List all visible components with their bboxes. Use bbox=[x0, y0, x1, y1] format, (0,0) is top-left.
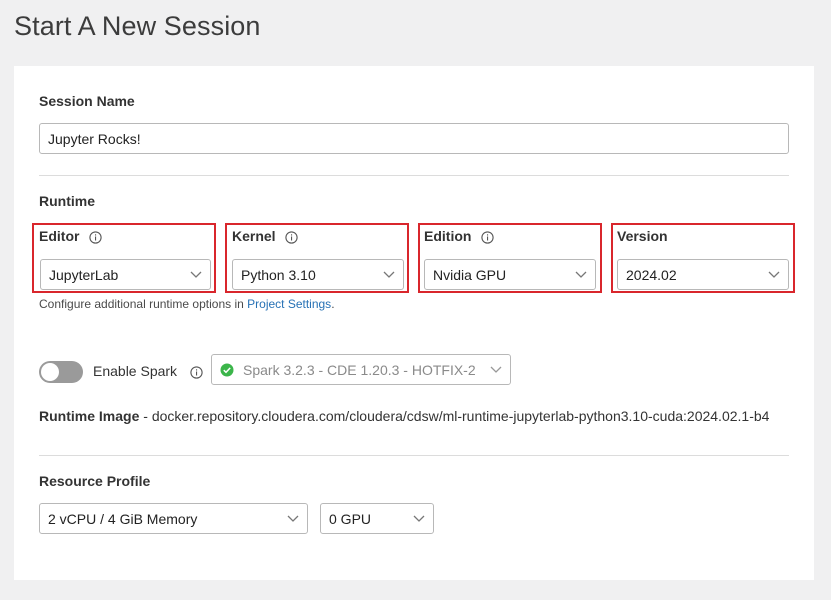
resource-profile-value: 2 vCPU / 4 GiB Memory bbox=[48, 510, 198, 527]
enable-spark-toggle[interactable] bbox=[39, 361, 83, 383]
enable-spark-label: Enable Spark bbox=[93, 363, 203, 379]
edition-highlight-box bbox=[418, 223, 602, 293]
spark-version-select[interactable]: Spark 3.2.3 - CDE 1.20.3 - HOTFIX-2 bbox=[211, 354, 511, 385]
chevron-down-icon bbox=[490, 366, 502, 373]
session-name-label: Session Name bbox=[39, 93, 135, 109]
page-title: Start A New Session bbox=[14, 11, 261, 41]
resource-profile-select[interactable]: 2 vCPU / 4 GiB Memory bbox=[39, 503, 308, 534]
info-icon[interactable] bbox=[190, 366, 203, 379]
session-name-value: Jupyter Rocks! bbox=[48, 130, 141, 147]
runtime-section-label: Runtime bbox=[39, 193, 95, 209]
editor-highlight-box bbox=[32, 223, 216, 293]
toggle-knob bbox=[41, 363, 59, 381]
version-highlight-box bbox=[611, 223, 795, 293]
configure-suffix: . bbox=[331, 297, 335, 311]
gpu-value: 0 GPU bbox=[329, 510, 372, 527]
runtime-image-line: Runtime Image - docker.repository.cloude… bbox=[39, 408, 769, 424]
divider bbox=[39, 175, 789, 176]
configure-runtime-text: Configure additional runtime options in … bbox=[39, 297, 335, 311]
divider bbox=[39, 455, 789, 456]
kernel-highlight-box bbox=[225, 223, 409, 293]
session-form-card: Session Name Jupyter Rocks! Runtime Edit… bbox=[14, 66, 814, 580]
project-settings-link[interactable]: Project Settings bbox=[247, 297, 331, 311]
chevron-down-icon bbox=[413, 515, 425, 522]
spark-version-value: Spark 3.2.3 - CDE 1.20.3 - HOTFIX-2 bbox=[243, 361, 476, 378]
enable-spark-text: Enable Spark bbox=[93, 363, 178, 379]
gpu-select[interactable]: 0 GPU bbox=[320, 503, 434, 534]
chevron-down-icon bbox=[287, 515, 299, 522]
runtime-image-value: docker.repository.cloudera.com/cloudera/… bbox=[151, 408, 770, 424]
check-circle-icon bbox=[220, 363, 234, 376]
runtime-image-label: Runtime Image bbox=[39, 408, 140, 424]
runtime-image-separator: - bbox=[139, 408, 152, 424]
session-name-input[interactable]: Jupyter Rocks! bbox=[39, 123, 789, 154]
resource-profile-label: Resource Profile bbox=[39, 473, 151, 489]
configure-text: Configure additional runtime options in bbox=[39, 297, 244, 311]
